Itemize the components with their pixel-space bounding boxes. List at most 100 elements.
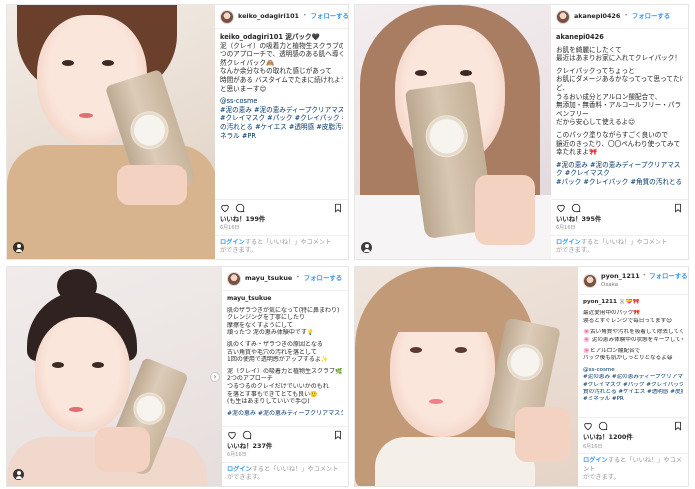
caption-hashtags[interactable]: ネラル #PR — [220, 132, 343, 141]
eye — [410, 347, 422, 353]
avatar[interactable] — [220, 9, 234, 24]
caption-line: 摩擦をなくすようにして — [227, 321, 293, 329]
tagged-user-icon[interactable] — [361, 242, 372, 253]
comment-icon[interactable] — [235, 203, 245, 213]
caption-hashtags[interactable]: @ss-cosme — [583, 367, 683, 374]
like-count[interactable]: いいね！395件 — [551, 214, 688, 225]
post-photo[interactable]: › — [7, 267, 224, 486]
bookmark-icon[interactable] — [673, 203, 683, 213]
heart-icon[interactable] — [583, 421, 593, 431]
caption-hashtags[interactable]: #泥の恵み #泥の恵みディープクリアマスク — [220, 106, 343, 115]
caption-line: 肌のザラつきが気になって(特に鼻まわり) — [227, 306, 340, 314]
login-prompt: ログインすると「いいね！」やコメント ができます。 — [578, 453, 688, 486]
caption-line: お肌を綺麗にしたくて — [556, 45, 622, 54]
caption-line: 時間がある バスタイムでたまに続けれよう — [220, 75, 343, 84]
action-bar — [222, 425, 348, 441]
action-bar — [551, 198, 688, 214]
caption-hashtags[interactable]: #パック #クレイパック #角質の汚れとる — [556, 178, 683, 187]
lips — [69, 407, 83, 412]
tagged-user-icon[interactable] — [13, 242, 24, 253]
login-link[interactable]: ログイン — [583, 457, 608, 464]
caption-line: 最近はあまりお家に入れてクレイパック！ — [556, 54, 681, 63]
caption-hashtags[interactable]: #クレイマスク #パック #クレイパック #角質 — [220, 114, 343, 123]
login-text-more: ができます。 — [583, 474, 620, 482]
avatar[interactable] — [583, 273, 597, 288]
avatar[interactable] — [556, 9, 570, 24]
bookmark-icon[interactable] — [333, 430, 343, 440]
username[interactable]: akanepi0426 — [574, 12, 620, 21]
hand — [515, 407, 570, 462]
caption-hashtags[interactable]: #泥の恵み #泥の恵みディープクリアマスク — [583, 374, 683, 381]
login-link[interactable]: ログイン — [227, 466, 252, 473]
caption-hashtags[interactable]: ク #クレイマスク — [556, 169, 683, 178]
bookmark-icon[interactable] — [333, 203, 343, 213]
heart-icon[interactable] — [220, 203, 230, 213]
login-link[interactable]: ログイン — [556, 239, 581, 246]
login-text-more: ができます。 — [227, 474, 264, 482]
caption-line: ベンフリー — [556, 109, 589, 118]
follow-button[interactable]: フォローする — [311, 12, 348, 21]
caption-line: 泥（クレイ）の吸着力と植物生スクラブの2 — [220, 41, 343, 50]
caption-line: ど、 — [556, 83, 569, 92]
caption-username[interactable]: akanepi0426 — [556, 33, 683, 42]
lips — [429, 399, 443, 404]
caption-line: うるおい成分とアルロン酸配合で、 — [556, 92, 662, 101]
comment-icon[interactable] — [571, 203, 581, 213]
caption-line: 然クレイパック🙈 — [220, 58, 275, 67]
caption: pyon_1211 🐰💝🎀 最近愛用中のパック🎀 寝るとすぐレンジで毎日ってます😌 🌸… — [578, 295, 688, 417]
like-count[interactable]: いいね！237件 — [222, 441, 348, 452]
caption-line: 🌸ヒアルロン酸配合で — [583, 348, 641, 355]
caption-hashtags[interactable]: #泥の恵み #泥の恵みディープクリアマスク — [227, 410, 343, 418]
comment-icon[interactable] — [242, 430, 252, 440]
action-bar — [215, 198, 348, 214]
username[interactable]: keiko_odagiri101 — [238, 12, 299, 21]
post-header: pyon_1211 • フォローする Osaka — [578, 267, 688, 295]
post-panel: pyon_1211 • フォローする Osaka pyon_1211 🐰💝🎀 最近… — [578, 267, 688, 486]
caption-hashtags[interactable]: #泥の恵み #泥の恵みディープクリアマス — [556, 161, 683, 170]
bookmark-icon[interactable] — [673, 421, 683, 431]
like-count[interactable]: いいね！199件 — [215, 214, 348, 225]
follow-button[interactable]: フォローする — [649, 272, 687, 281]
caption-line: お肌にダメージあるかなってって思ってたけ — [556, 75, 683, 84]
post-photo[interactable] — [7, 5, 217, 259]
caption-hashtags[interactable]: #クレイマスク #パック #クレイパック #角 — [583, 382, 683, 389]
follow-button[interactable]: フォローする — [632, 12, 670, 21]
like-count[interactable]: いいね！1200件 — [578, 432, 688, 443]
username[interactable]: pyon_1211 — [601, 272, 640, 281]
caption-line: 古い角質や毛穴の汚れを落として — [227, 348, 317, 356]
comment-icon[interactable] — [598, 421, 608, 431]
product-label — [128, 387, 171, 430]
post-photo[interactable] — [355, 5, 553, 259]
caption-line: と思いまーす😊 — [220, 84, 267, 93]
post-pyon: pyon_1211 • フォローする Osaka pyon_1211 🐰💝🎀 最近… — [354, 266, 689, 487]
tagged-user-icon[interactable] — [13, 469, 24, 480]
caption-line: このパック塗りながらすごく良いので — [556, 130, 668, 139]
caption-hashtags[interactable]: #ミネラル #PR — [583, 396, 683, 403]
follow-button[interactable]: フォローする — [304, 274, 342, 283]
caption-username[interactable]: keiko_odagiri101 泥パック🖤 — [220, 33, 343, 42]
avatar[interactable] — [227, 271, 241, 286]
post-header: keiko_odagiri101 • フォローする — [215, 5, 348, 29]
caption-username[interactable]: mayu_tsukue — [227, 295, 343, 303]
caption-username[interactable]: pyon_1211 🐰💝🎀 — [583, 299, 683, 306]
caption-hashtags[interactable]: @ss-cosme — [220, 97, 343, 106]
hand — [95, 427, 150, 472]
heart-icon[interactable] — [556, 203, 566, 213]
caption: keiko_odagiri101 泥パック🖤 泥（クレイ）の吸着力と植物生スクラブ… — [215, 29, 348, 199]
caption-hashtags[interactable]: 質の汚れとる #ケイエス #透明感 #皮脂汚れ — [583, 389, 683, 396]
login-prompt: ログインすると「いいね！」やコメント ができます。 — [222, 461, 348, 486]
chevron-right-icon[interactable]: › — [210, 371, 220, 382]
caption-hashtags[interactable]: の汚れとる #ケイエス #透明感 #皮脂汚れ #ミ — [220, 123, 343, 132]
caption-line: 1回の使用で透明感がアップするよ✨ — [227, 356, 329, 364]
eye — [52, 362, 64, 368]
action-bar — [578, 417, 688, 432]
caption-line: 2つのアプローチ — [227, 375, 273, 383]
username[interactable]: mayu_tsukue — [245, 274, 292, 283]
location[interactable]: Osaka — [601, 281, 688, 290]
caption-line: つのアプローチで、透明感のある肌へ導く天 — [220, 50, 343, 59]
product-label — [125, 106, 174, 155]
eye — [62, 60, 74, 66]
post-photo[interactable] — [355, 267, 580, 486]
heart-icon[interactable] — [227, 430, 237, 440]
login-link[interactable]: ログイン — [220, 239, 245, 246]
